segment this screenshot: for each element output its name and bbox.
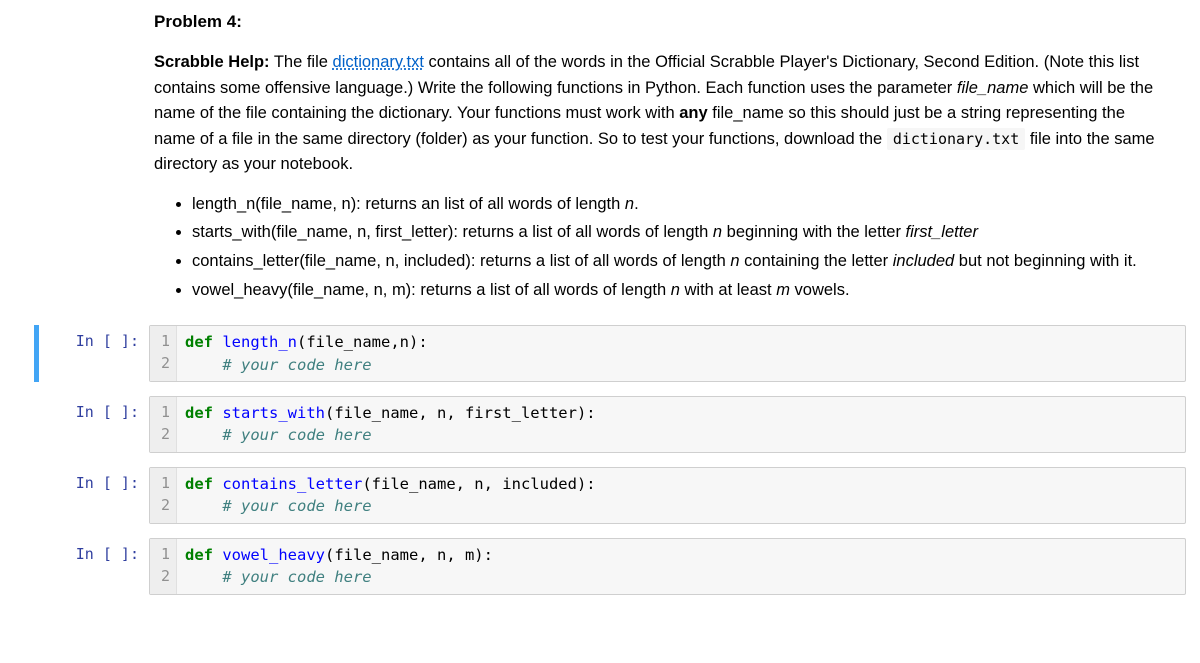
spec-item: contains_letter(file_name, n, included):… [192, 249, 1166, 275]
code-cell[interactable]: In [ ]: 12 def starts_with(file_name, n,… [34, 396, 1186, 453]
spec-item: starts_with(file_name, n, first_letter):… [192, 220, 1166, 246]
markdown-cell: Problem 4: Scrabble Help: The file dicti… [154, 12, 1166, 303]
code-editor[interactable]: 12 def contains_letter(file_name, n, inc… [149, 467, 1186, 524]
input-prompt: In [ ]: [39, 467, 149, 524]
problem-title: Problem 4: [154, 12, 1166, 32]
code-content[interactable]: def length_n(file_name,n): # your code h… [177, 326, 436, 381]
spec-item: length_n(file_name, n): returns an list … [192, 192, 1166, 218]
code-editor[interactable]: 12 def starts_with(file_name, n, first_l… [149, 396, 1186, 453]
problem-description: Scrabble Help: The file dictionary.txt c… [154, 50, 1166, 178]
line-number-gutter: 12 [150, 468, 177, 523]
spec-item: vowel_heavy(file_name, n, m): returns a … [192, 278, 1166, 304]
line-number-gutter: 12 [150, 326, 177, 381]
code-cell[interactable]: In [ ]: 12 def contains_letter(file_name… [34, 467, 1186, 524]
input-prompt: In [ ]: [39, 538, 149, 595]
code-cell[interactable]: In [ ]: 12 def vowel_heavy(file_name, n,… [34, 538, 1186, 595]
code-content[interactable]: def vowel_heavy(file_name, n, m): # your… [177, 539, 501, 594]
inline-code-filename: dictionary.txt [887, 128, 1025, 150]
code-editor[interactable]: 12 def vowel_heavy(file_name, n, m): # y… [149, 538, 1186, 595]
dictionary-link[interactable]: dictionary.txt [333, 53, 424, 71]
line-number-gutter: 12 [150, 397, 177, 452]
scrabble-help-label: Scrabble Help: [154, 53, 270, 71]
code-editor[interactable]: 12 def length_n(file_name,n): # your cod… [149, 325, 1186, 382]
code-content[interactable]: def contains_letter(file_name, n, includ… [177, 468, 604, 523]
function-spec-list: length_n(file_name, n): returns an list … [154, 192, 1166, 303]
code-content[interactable]: def starts_with(file_name, n, first_lett… [177, 397, 604, 452]
code-cell[interactable]: In [ ]: 12 def length_n(file_name,n): # … [34, 325, 1186, 382]
input-prompt: In [ ]: [39, 396, 149, 453]
line-number-gutter: 12 [150, 539, 177, 594]
input-prompt: In [ ]: [39, 325, 149, 382]
